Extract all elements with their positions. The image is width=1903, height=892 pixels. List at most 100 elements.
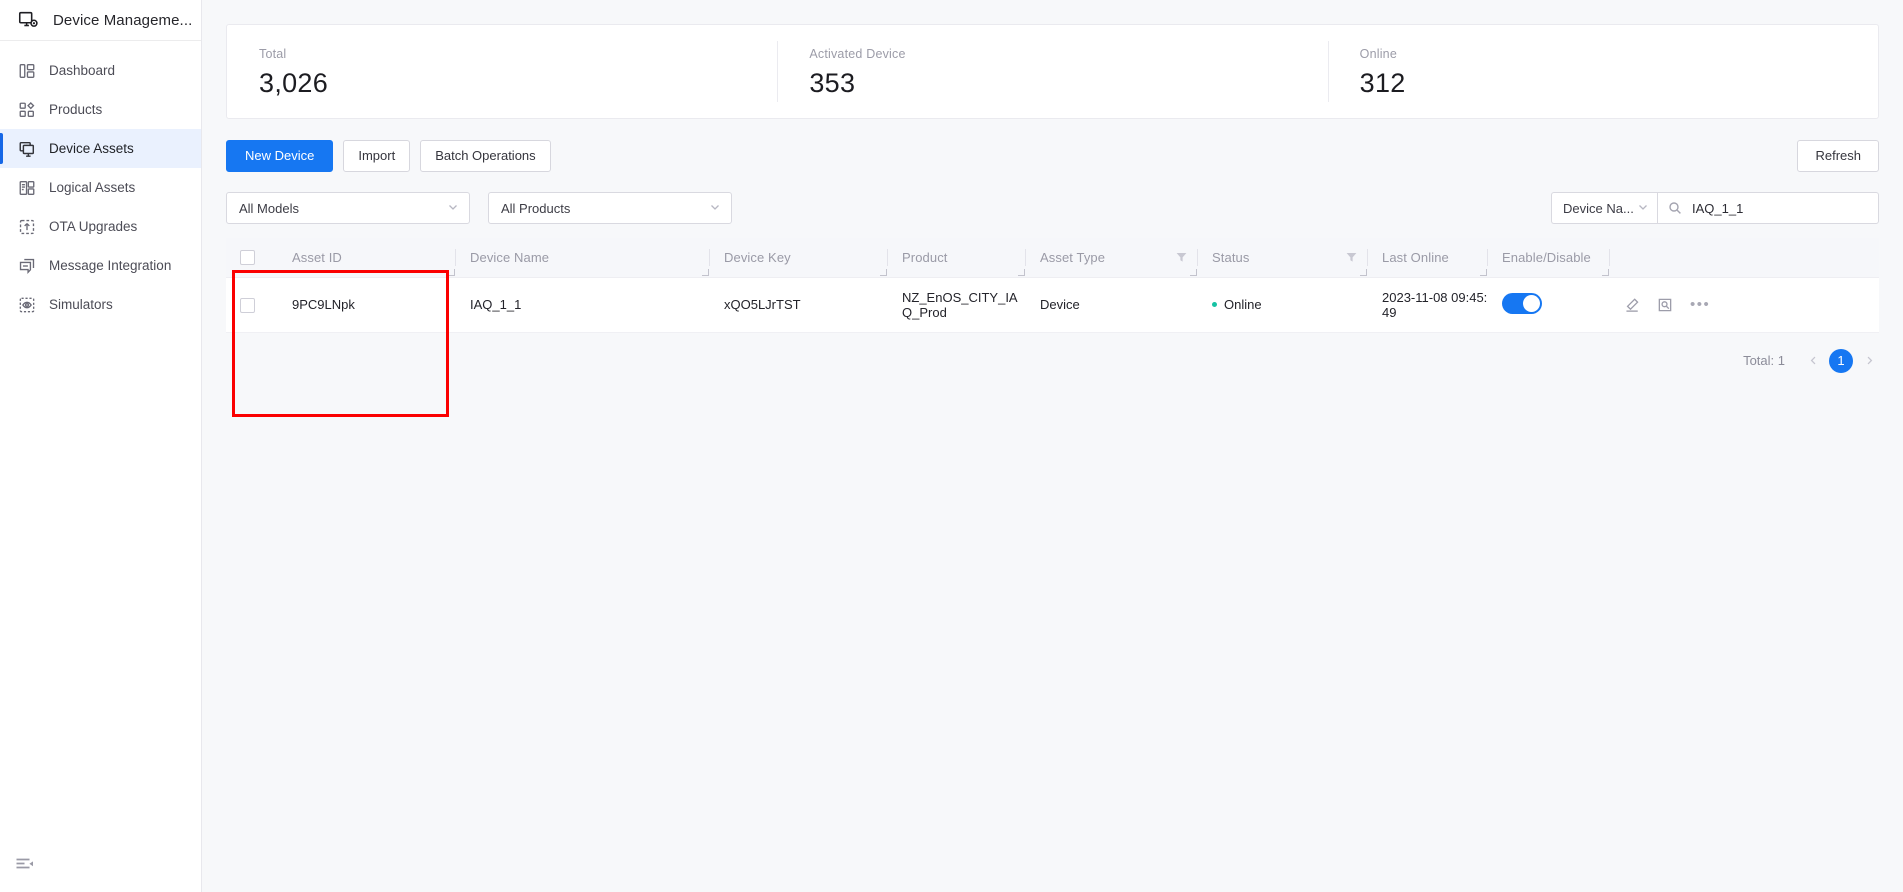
column-header-asset-type[interactable]: Asset Type (1026, 238, 1198, 277)
stat-label: Activated Device (809, 47, 1327, 61)
sidebar-item-message-integration[interactable]: Message Integration (0, 246, 201, 285)
filter-funnel-icon[interactable] (1176, 252, 1187, 263)
sidebar-item-label: OTA Upgrades (49, 219, 137, 234)
column-label: Last Online (1382, 250, 1488, 265)
all-products-select[interactable]: All Products (488, 192, 732, 224)
column-resize-handle[interactable] (1360, 269, 1367, 276)
sidebar-item-ota-upgrades[interactable]: OTA Upgrades (0, 207, 201, 246)
table-header: Asset ID Device Name Device Key Pro (226, 238, 1879, 277)
page-number-1[interactable]: 1 (1829, 349, 1853, 373)
edit-pencil-icon[interactable] (1624, 297, 1640, 313)
sidebar-item-label: Message Integration (49, 258, 171, 273)
sidebar-item-dashboard[interactable]: Dashboard (0, 51, 201, 90)
row-select-cell (226, 277, 278, 332)
column-header-last-online[interactable]: Last Online (1368, 238, 1488, 277)
summary-cards: Total 3,026 Activated Device 353 Online … (226, 24, 1879, 119)
device-monitor-icon (17, 9, 39, 31)
column-resize-handle[interactable] (702, 269, 709, 276)
select-all-checkbox[interactable] (240, 250, 255, 265)
sidebar-item-label: Products (49, 102, 102, 117)
column-header-device-key[interactable]: Device Key (710, 238, 888, 277)
column-resize-handle[interactable] (1190, 269, 1197, 276)
batch-operations-button[interactable]: Batch Operations (420, 140, 550, 172)
column-resize-handle[interactable] (880, 269, 887, 276)
stat-value: 3,026 (259, 68, 777, 99)
chevron-right-icon[interactable] (1859, 349, 1879, 373)
column-label: Product (902, 250, 1026, 265)
simulator-eye-icon (18, 296, 36, 314)
products-grid-icon (18, 101, 36, 119)
enable-toggle[interactable] (1502, 293, 1542, 314)
action-toolbar: New Device Import Batch Operations Refre… (226, 140, 1879, 172)
column-label: Device Name (470, 250, 710, 265)
column-header-actions (1610, 238, 1879, 277)
column-resize-handle[interactable] (1602, 269, 1609, 276)
ota-upgrade-icon (18, 218, 36, 236)
app-title: Device Manageme... (53, 12, 192, 29)
sidebar-item-products[interactable]: Products (0, 90, 201, 129)
pagination: Total: 1 1 (226, 349, 1879, 373)
status-label: Online (1224, 297, 1262, 312)
more-options-icon[interactable]: ••• (1690, 300, 1710, 310)
column-resize-handle[interactable] (1018, 269, 1025, 276)
cell-asset-type: Device (1026, 277, 1198, 332)
cell-last-online: 2023-11-08 09:45:49 (1368, 277, 1488, 332)
sidebar-item-simulators[interactable]: Simulators (0, 285, 201, 324)
device-assets-icon (18, 140, 36, 158)
filter-funnel-icon[interactable] (1346, 252, 1357, 263)
stat-value: 353 (809, 68, 1327, 99)
search-scope-select[interactable]: Device Na... (1551, 192, 1657, 224)
select-value: All Models (239, 201, 447, 216)
chevron-down-icon (1637, 201, 1649, 216)
column-label: Asset ID (292, 250, 456, 265)
main-content: Total 3,026 Activated Device 353 Online … (202, 0, 1903, 892)
search-input[interactable] (1690, 200, 1870, 217)
pagination-total: Total: 1 (1743, 353, 1785, 368)
sidebar-item-label: Simulators (49, 297, 113, 312)
stat-label: Online (1360, 47, 1878, 61)
table-body: 9PC9LNpk IAQ_1_1 xQO5LJrTST NZ_EnOS_CITY… (226, 277, 1879, 332)
stat-value: 312 (1360, 68, 1878, 99)
column-header-status[interactable]: Status (1198, 238, 1368, 277)
collapse-sidebar-icon[interactable] (14, 854, 36, 876)
sidebar-item-label: Device Assets (49, 141, 134, 156)
search-box[interactable] (1657, 192, 1879, 224)
cell-status: Online (1198, 277, 1368, 332)
sidebar-item-device-assets[interactable]: Device Assets (0, 129, 201, 168)
app-brand[interactable]: Device Manageme... (0, 0, 201, 41)
cell-actions: ••• (1610, 277, 1879, 332)
column-label: Status (1212, 250, 1346, 265)
row-checkbox[interactable] (240, 298, 255, 313)
column-label: Enable/Disable (1502, 250, 1610, 265)
cell-device-key: xQO5LJrTST (710, 277, 888, 332)
refresh-button[interactable]: Refresh (1797, 140, 1879, 172)
column-resize-handle[interactable] (1480, 269, 1487, 276)
column-header-device-name[interactable]: Device Name (456, 238, 710, 277)
filter-bar: All Models All Products Device Na... (226, 192, 1879, 224)
all-models-select[interactable]: All Models (226, 192, 470, 224)
chevron-down-icon (709, 201, 721, 216)
table-row[interactable]: 9PC9LNpk IAQ_1_1 xQO5LJrTST NZ_EnOS_CITY… (226, 277, 1879, 332)
stat-card-total: Total 3,026 (227, 25, 777, 118)
column-resize-handle[interactable] (448, 269, 455, 276)
table-header-row: Asset ID Device Name Device Key Pro (226, 238, 1879, 277)
column-header-product[interactable]: Product (888, 238, 1026, 277)
import-button[interactable]: Import (343, 140, 410, 172)
device-management-page: Device Manageme... Dashboard (0, 0, 1903, 892)
column-header-asset-id[interactable]: Asset ID (278, 238, 456, 277)
inspect-search-icon[interactable] (1657, 297, 1673, 313)
device-table: Asset ID Device Name Device Key Pro (226, 238, 1879, 333)
column-header-enable-disable[interactable]: Enable/Disable (1488, 238, 1610, 277)
sidebar-item-logical-assets[interactable]: Logical Assets (0, 168, 201, 207)
new-device-button[interactable]: New Device (226, 140, 333, 172)
sidebar: Device Manageme... Dashboard (0, 0, 202, 892)
stat-card-activated-device: Activated Device 353 (777, 25, 1327, 118)
sidebar-item-label: Dashboard (49, 63, 115, 78)
cell-asset-id: 9PC9LNpk (278, 277, 456, 332)
stat-label: Total (259, 47, 777, 61)
status-dot-icon (1212, 302, 1217, 307)
stat-card-online: Online 312 (1328, 25, 1878, 118)
chevron-left-icon[interactable] (1803, 349, 1823, 373)
cell-device-name: IAQ_1_1 (456, 277, 710, 332)
sidebar-item-label: Logical Assets (49, 180, 135, 195)
